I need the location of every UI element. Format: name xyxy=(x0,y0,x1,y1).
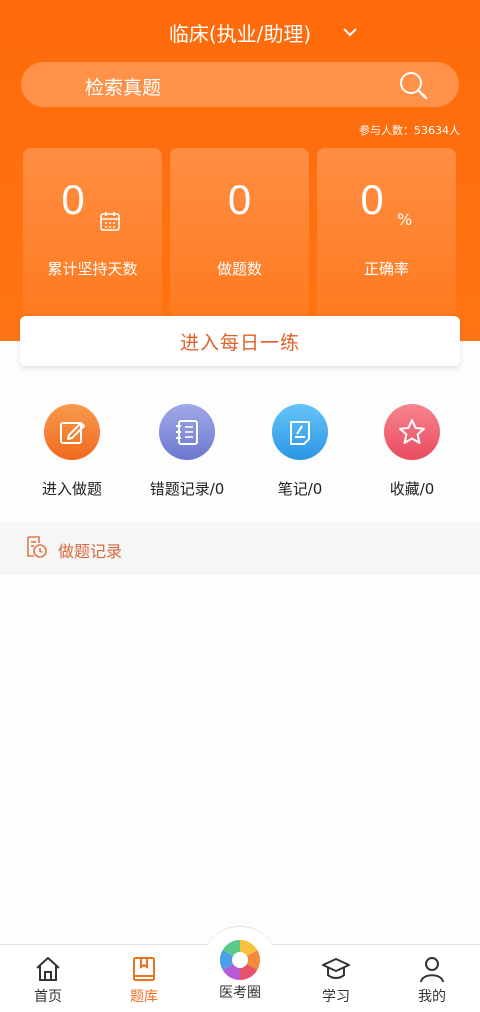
stat-accuracy[interactable]: 0 % 正确率 xyxy=(317,148,456,320)
home-icon xyxy=(36,957,60,981)
tab-mine[interactable]: 我的 xyxy=(384,945,480,1012)
stat-question-count[interactable]: 0 做题数 xyxy=(170,148,309,320)
tab-study[interactable]: 学习 xyxy=(288,945,384,1012)
stat-value: 0 xyxy=(227,176,252,223)
action-wrong-records[interactable]: 错题记录/0 xyxy=(132,404,242,504)
user-icon xyxy=(420,957,444,983)
practice-record-section[interactable]: 做题记录 xyxy=(0,522,480,574)
action-label: 进入做题 xyxy=(41,480,102,498)
stat-streak-days[interactable]: 0 累计坚持天数 xyxy=(23,148,162,320)
clock-doc-icon xyxy=(27,536,47,558)
daily-practice-button[interactable]: 进入每日一练 xyxy=(20,316,460,366)
calendar-icon xyxy=(100,212,120,231)
tab-label: 首页 xyxy=(34,989,62,1005)
book-icon xyxy=(133,957,155,981)
stat-suffix: % xyxy=(397,210,413,229)
action-start-practice[interactable]: 进入做题 xyxy=(17,404,127,504)
search-icon[interactable] xyxy=(397,69,429,101)
action-label: 笔记/0 xyxy=(277,480,323,498)
stat-label: 做题数 xyxy=(216,260,262,278)
edit-icon xyxy=(44,404,100,460)
notebook-icon xyxy=(159,404,215,460)
participants-count: 参与人数：53634人 xyxy=(359,124,460,137)
stat-label: 正确率 xyxy=(363,260,409,278)
record-title: 做题记录 xyxy=(58,542,123,561)
action-favorites[interactable]: 收藏/0 xyxy=(357,404,467,504)
stat-label: 累计坚持天数 xyxy=(47,260,138,278)
exam-selector[interactable]: 临床(执业/助理) xyxy=(0,14,480,50)
action-label: 错题记录/0 xyxy=(149,480,225,498)
chevron-down-icon xyxy=(343,28,357,37)
tab-label: 医考圈 xyxy=(219,985,261,1001)
note-icon xyxy=(272,404,328,460)
graduation-cap-icon xyxy=(322,958,350,979)
tab-label: 题库 xyxy=(130,989,158,1005)
search-placeholder: 检索真题 xyxy=(85,77,162,99)
exam-title: 临床(执业/助理) xyxy=(168,21,312,46)
action-notes[interactable]: 笔记/0 xyxy=(245,404,355,504)
tab-question-bank[interactable]: 题库 xyxy=(96,945,192,1012)
tab-label: 学习 xyxy=(322,989,350,1005)
tab-label: 我的 xyxy=(418,989,446,1005)
search-bar[interactable]: 检索真题 xyxy=(21,62,459,107)
camera-aperture-icon xyxy=(220,940,260,980)
action-label: 收藏/0 xyxy=(389,480,435,498)
star-icon xyxy=(384,404,440,460)
tab-home[interactable]: 首页 xyxy=(0,945,96,1012)
